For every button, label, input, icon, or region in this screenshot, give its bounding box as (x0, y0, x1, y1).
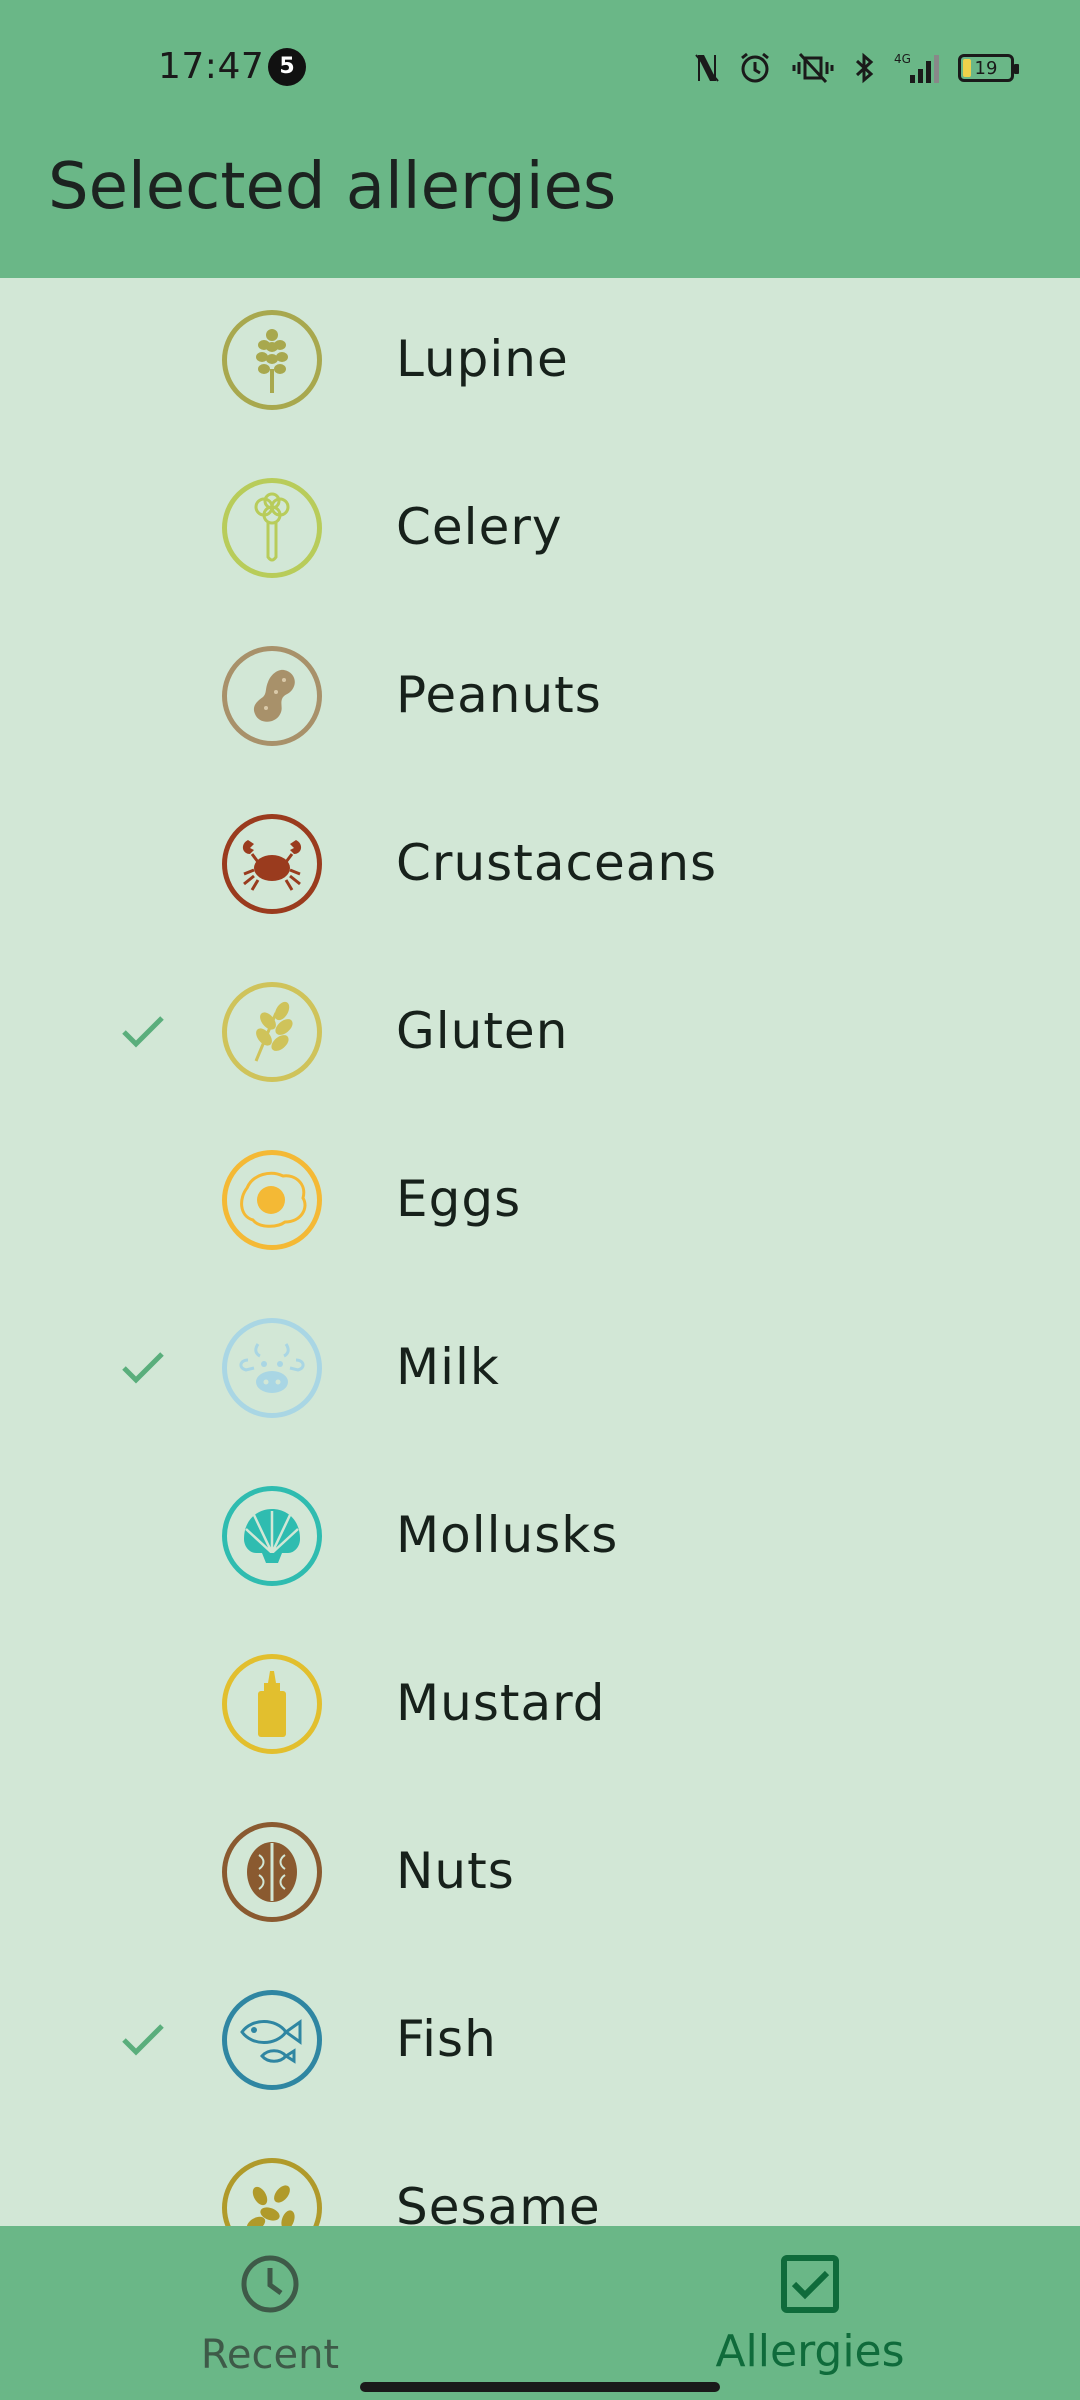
allergy-item-nuts[interactable]: Nuts (0, 1790, 1080, 1958)
allergy-label: Sesame (396, 2178, 601, 2226)
allergy-item-crustaceans[interactable]: Crustaceans (0, 782, 1080, 950)
alarm-icon (741, 52, 769, 83)
fish-icon (222, 1990, 322, 2090)
notification-count-badge: 5 (268, 48, 306, 86)
allergy-item-mollusks[interactable]: Mollusks (0, 1454, 1080, 1622)
mustard-icon (222, 1654, 322, 1754)
battery-level: 19 (974, 57, 998, 79)
page-title: Selected allergies (48, 150, 617, 224)
allergy-list: Lupine Celery Peanuts Crustaceans Gluten… (0, 278, 1080, 2226)
wheat-icon (222, 982, 322, 1082)
allergy-item-eggs[interactable]: Eggs (0, 1118, 1080, 1286)
selected-check-icon (122, 1016, 164, 1048)
allergy-label: Gluten (396, 1002, 569, 1060)
shell-icon (222, 1486, 322, 1586)
cow-icon (222, 1318, 322, 1418)
crab-icon (222, 814, 322, 914)
vibrate-mute-icon (792, 52, 834, 84)
allergy-label: Nuts (396, 1842, 515, 1900)
lupine-icon (222, 310, 322, 410)
selected-check-icon (122, 2024, 164, 2056)
status-icons: 4G 19 (694, 48, 1019, 88)
bottom-navigation: Recent Allergies (0, 2226, 1080, 2400)
svg-text:4G: 4G (894, 52, 911, 66)
allergy-label: Lupine (396, 330, 569, 388)
allergy-label: Eggs (396, 1170, 522, 1228)
allergy-label: Mollusks (396, 1506, 619, 1564)
clock-icon (241, 2255, 299, 2313)
allergy-item-celery[interactable]: Celery (0, 446, 1080, 614)
status-time: 17:47 (158, 46, 265, 87)
allergy-item-mustard[interactable]: Mustard (0, 1622, 1080, 1790)
allergy-item-sesame[interactable]: Sesame (0, 2126, 1080, 2226)
walnut-icon (222, 1822, 322, 1922)
nav-recent-label: Recent (200, 2332, 340, 2378)
allergy-label: Crustaceans (396, 834, 718, 892)
peanut-icon (222, 646, 322, 746)
nfc-icon (695, 54, 719, 82)
nav-recent[interactable]: Recent (0, 2226, 540, 2400)
allergy-label: Fish (396, 2010, 497, 2068)
allergy-label: Milk (396, 1338, 500, 1396)
allergy-item-milk[interactable]: Milk (0, 1286, 1080, 1454)
allergy-label: Peanuts (396, 666, 602, 724)
home-gesture-bar[interactable] (360, 2382, 720, 2392)
allergy-item-lupine[interactable]: Lupine (0, 278, 1080, 446)
signal-4g-icon: 4G (894, 52, 939, 83)
bluetooth-icon (855, 52, 874, 84)
sesame-icon (222, 2158, 322, 2226)
allergy-label: Mustard (396, 1674, 606, 1732)
status-bar: 17:47 5 4G 19 (0, 40, 1080, 96)
allergy-item-gluten[interactable]: Gluten (0, 950, 1080, 1118)
allergy-label: Celery (396, 498, 563, 556)
nav-allergies-label: Allergies (715, 2326, 905, 2377)
allergy-item-fish[interactable]: Fish (0, 1958, 1080, 2126)
selected-check-icon (122, 1352, 164, 1384)
checkbox-icon (781, 2255, 839, 2313)
battery-indicator: 19 (958, 54, 1019, 82)
allergy-item-peanuts[interactable]: Peanuts (0, 614, 1080, 782)
top-app-bar: 17:47 5 4G 19 Selected allergies (0, 0, 1080, 278)
nav-allergies[interactable]: Allergies (540, 2226, 1080, 2400)
celery-icon (222, 478, 322, 578)
egg-icon (222, 1150, 322, 1250)
